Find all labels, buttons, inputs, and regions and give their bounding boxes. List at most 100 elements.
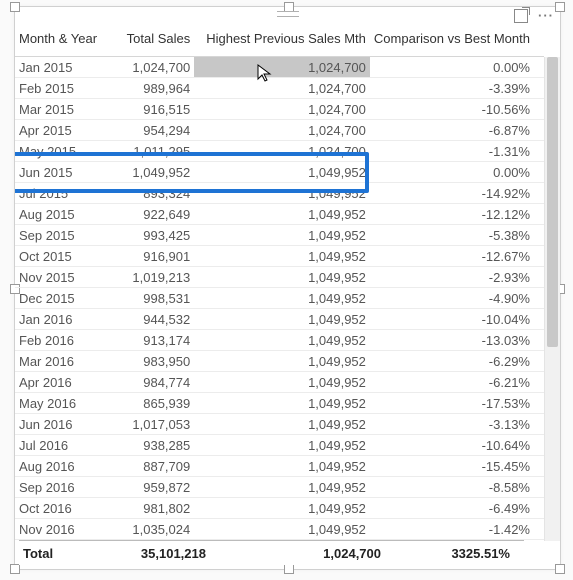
table-row[interactable]: Aug 2015922,6491,049,952-12.12% — [15, 204, 544, 225]
header-highest-prev[interactable]: Highest Previous Sales Mth — [194, 25, 370, 57]
cell-month[interactable]: Dec 2015 — [15, 288, 106, 309]
cell-prev[interactable]: 1,049,952 — [194, 288, 370, 309]
cell-sales[interactable]: 1,024,700 — [106, 57, 194, 78]
cell-prev[interactable]: 1,024,700 — [194, 99, 370, 120]
cell-prev[interactable]: 1,049,952 — [194, 204, 370, 225]
cell-comp[interactable]: -8.58% — [370, 477, 544, 498]
cell-comp[interactable]: -12.67% — [370, 246, 544, 267]
cell-month[interactable]: Jan 2016 — [15, 309, 106, 330]
table-row[interactable]: Jul 2015893,3241,049,952-14.92% — [15, 183, 544, 204]
table-row[interactable]: Jul 2016938,2851,049,952-10.64% — [15, 435, 544, 456]
cell-prev[interactable]: 1,049,952 — [194, 477, 370, 498]
table-row[interactable]: Jan 20151,024,7001,024,7000.00% — [15, 57, 544, 78]
cell-comp[interactable]: -10.56% — [370, 99, 544, 120]
cell-month[interactable]: Apr 2016 — [15, 372, 106, 393]
focus-mode-icon[interactable] — [514, 9, 528, 23]
table-row[interactable]: Feb 2016913,1741,049,952-13.03% — [15, 330, 544, 351]
cell-prev[interactable]: 1,049,952 — [194, 519, 370, 540]
cell-month[interactable]: May 2015 — [15, 141, 106, 162]
cell-comp[interactable]: -3.39% — [370, 78, 544, 99]
cell-prev[interactable]: 1,049,952 — [194, 372, 370, 393]
cell-comp[interactable]: 0.00% — [370, 57, 544, 78]
cell-prev[interactable]: 1,049,952 — [194, 330, 370, 351]
table-visual-frame[interactable]: ··· Month & Year Total Sales Highest Pre… — [14, 6, 561, 570]
table-row[interactable]: Apr 2015954,2941,024,700-6.87% — [15, 120, 544, 141]
vertical-scrollbar[interactable] — [544, 57, 560, 541]
cell-prev[interactable]: 1,024,700 — [194, 57, 370, 78]
table-row[interactable]: Nov 20161,035,0241,049,952-1.42% — [15, 519, 544, 540]
cell-prev[interactable]: 1,024,700 — [194, 120, 370, 141]
cell-month[interactable]: Aug 2016 — [15, 456, 106, 477]
cell-sales[interactable]: 1,035,024 — [106, 519, 194, 540]
table-row[interactable]: Nov 20151,019,2131,049,952-2.93% — [15, 267, 544, 288]
cell-prev[interactable]: 1,049,952 — [194, 435, 370, 456]
cell-month[interactable]: Jul 2016 — [15, 435, 106, 456]
cell-prev[interactable]: 1,049,952 — [194, 414, 370, 435]
cell-month[interactable]: Oct 2015 — [15, 246, 106, 267]
cell-sales[interactable]: 1,019,213 — [106, 267, 194, 288]
cell-month[interactable]: May 2016 — [15, 393, 106, 414]
cell-month[interactable]: Sep 2015 — [15, 225, 106, 246]
table-row[interactable]: Oct 2015916,9011,049,952-12.67% — [15, 246, 544, 267]
cell-comp[interactable]: 0.00% — [370, 162, 544, 183]
scrollbar-thumb[interactable] — [547, 57, 558, 347]
cell-sales[interactable]: 993,425 — [106, 225, 194, 246]
more-options-icon[interactable]: ··· — [538, 8, 554, 23]
cell-month[interactable]: Mar 2016 — [15, 351, 106, 372]
cell-comp[interactable]: -4.90% — [370, 288, 544, 309]
cell-month[interactable]: Aug 2015 — [15, 204, 106, 225]
table-row[interactable]: Mar 2015916,5151,024,700-10.56% — [15, 99, 544, 120]
cell-comp[interactable]: -10.04% — [370, 309, 544, 330]
cell-sales[interactable]: 865,939 — [106, 393, 194, 414]
table-row[interactable]: Jan 2016944,5321,049,952-10.04% — [15, 309, 544, 330]
cell-prev[interactable]: 1,049,952 — [194, 225, 370, 246]
cell-month[interactable]: Jun 2015 — [15, 162, 106, 183]
cell-prev[interactable]: 1,024,700 — [194, 141, 370, 162]
cell-prev[interactable]: 1,049,952 — [194, 498, 370, 519]
table-row[interactable]: Jun 20161,017,0531,049,952-3.13% — [15, 414, 544, 435]
cell-month[interactable]: Nov 2015 — [15, 267, 106, 288]
cell-prev[interactable]: 1,049,952 — [194, 456, 370, 477]
table-row[interactable]: May 2016865,9391,049,952-17.53% — [15, 393, 544, 414]
drag-grip-icon[interactable] — [277, 11, 299, 17]
cell-sales[interactable]: 938,285 — [106, 435, 194, 456]
cell-comp[interactable]: -3.13% — [370, 414, 544, 435]
cell-sales[interactable]: 913,174 — [106, 330, 194, 351]
cell-month[interactable]: Jul 2015 — [15, 183, 106, 204]
cell-sales[interactable]: 916,515 — [106, 99, 194, 120]
cell-comp[interactable]: -10.64% — [370, 435, 544, 456]
cell-prev[interactable]: 1,049,952 — [194, 267, 370, 288]
cell-sales[interactable]: 998,531 — [106, 288, 194, 309]
header-month[interactable]: Month & Year — [15, 25, 106, 57]
header-total-sales[interactable]: Total Sales — [106, 25, 194, 57]
cell-sales[interactable]: 983,950 — [106, 351, 194, 372]
table-row[interactable]: Apr 2016984,7741,049,952-6.21% — [15, 372, 544, 393]
cell-prev[interactable]: 1,049,952 — [194, 393, 370, 414]
cell-comp[interactable]: -2.93% — [370, 267, 544, 288]
cell-sales[interactable]: 922,649 — [106, 204, 194, 225]
cell-sales[interactable]: 916,901 — [106, 246, 194, 267]
table-row[interactable]: Aug 2016887,7091,049,952-15.45% — [15, 456, 544, 477]
cell-sales[interactable]: 959,872 — [106, 477, 194, 498]
cell-sales[interactable]: 887,709 — [106, 456, 194, 477]
table-row[interactable]: Feb 2015989,9641,024,700-3.39% — [15, 78, 544, 99]
header-comparison[interactable]: Comparison vs Best Month — [370, 25, 544, 57]
cell-prev[interactable]: 1,049,952 — [194, 309, 370, 330]
cell-comp[interactable]: -6.87% — [370, 120, 544, 141]
cell-sales[interactable]: 1,011,295 — [106, 141, 194, 162]
cell-prev[interactable]: 1,049,952 — [194, 183, 370, 204]
cell-comp[interactable]: -14.92% — [370, 183, 544, 204]
cell-month[interactable]: Nov 2016 — [15, 519, 106, 540]
table-row[interactable]: Sep 2015993,4251,049,952-5.38% — [15, 225, 544, 246]
cell-sales[interactable]: 954,294 — [106, 120, 194, 141]
cell-sales[interactable]: 984,774 — [106, 372, 194, 393]
cell-comp[interactable]: -6.29% — [370, 351, 544, 372]
table-row[interactable]: Sep 2016959,8721,049,952-8.58% — [15, 477, 544, 498]
cell-comp[interactable]: -17.53% — [370, 393, 544, 414]
cell-sales[interactable]: 989,964 — [106, 78, 194, 99]
table-row[interactable]: Jun 20151,049,9521,049,9520.00% — [15, 162, 544, 183]
cell-month[interactable]: Jun 2016 — [15, 414, 106, 435]
cell-sales[interactable]: 893,324 — [106, 183, 194, 204]
cell-month[interactable]: Sep 2016 — [15, 477, 106, 498]
cell-sales[interactable]: 981,802 — [106, 498, 194, 519]
